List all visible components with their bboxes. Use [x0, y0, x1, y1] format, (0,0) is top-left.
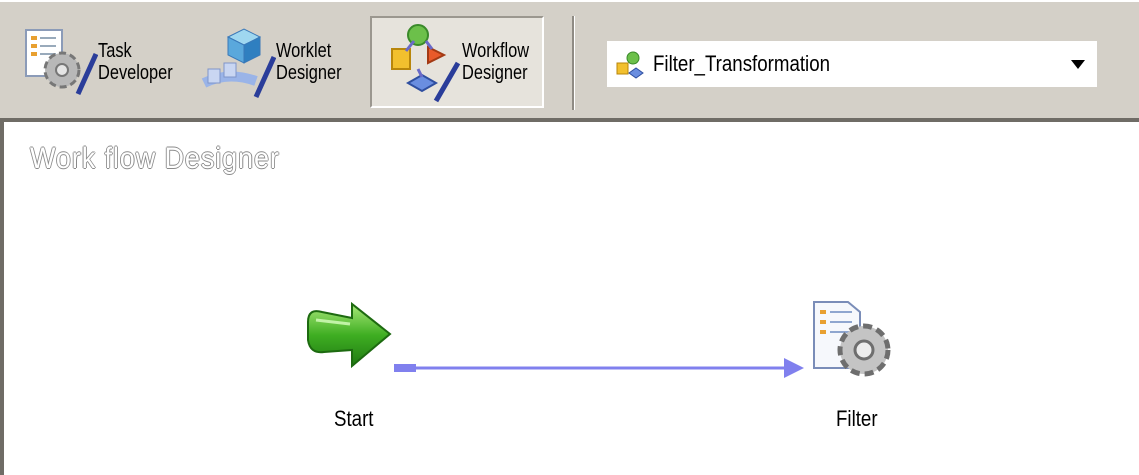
workflow-designer-label: Workflow Designer	[462, 40, 530, 84]
workflow-selector[interactable]: Filter_Transformation	[606, 40, 1098, 88]
workflow-selector-dropdown-button[interactable]	[1063, 47, 1093, 83]
start-node-label: Start	[334, 406, 374, 431]
designer-toolbar: Task Developer Worklet Designer Workflow…	[0, 0, 1139, 118]
task-developer-button[interactable]: Task Developer	[22, 16, 192, 108]
filter-node-label: Filter	[836, 406, 878, 431]
filter-task-node[interactable]	[808, 298, 898, 384]
task-developer-label: Task Developer	[98, 40, 173, 84]
workflow-selector-value: Filter_Transformation	[653, 51, 831, 76]
workflow-designer-button[interactable]: Workflow Designer	[370, 16, 544, 108]
workflow-icon	[616, 51, 644, 79]
worklet-designer-button[interactable]: Worklet Designer	[198, 16, 362, 108]
worklet-designer-icon	[201, 28, 276, 99]
toolbar-separator	[572, 16, 575, 110]
link-start-handle	[394, 364, 416, 372]
session-task-icon	[813, 301, 891, 377]
workflow-canvas[interactable]: Work flow Designer Start Filter	[0, 118, 1139, 475]
workflow-designer-icon	[391, 24, 461, 103]
chevron-down-icon	[1071, 60, 1085, 69]
link-arrowhead	[784, 358, 804, 378]
start-arrow-icon	[307, 301, 392, 369]
worklet-designer-label: Worklet Designer	[276, 40, 342, 84]
start-task-node[interactable]	[304, 300, 394, 372]
task-link[interactable]	[0, 118, 1139, 475]
task-developer-icon	[25, 29, 98, 96]
